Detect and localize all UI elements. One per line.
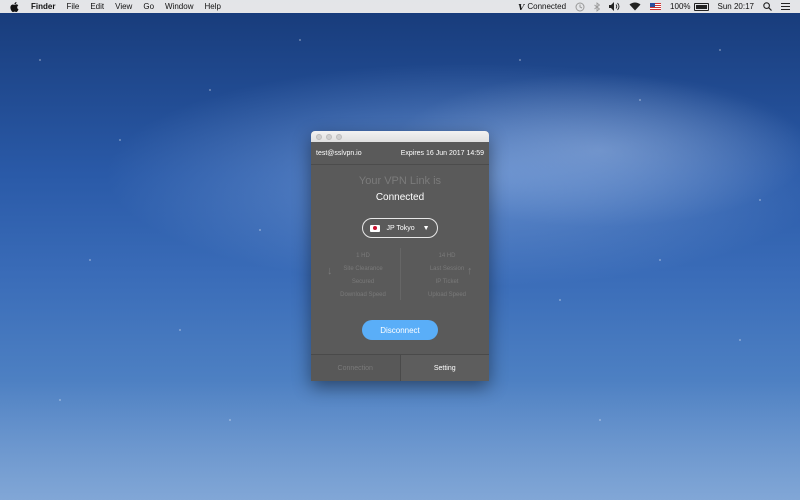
time-machine-icon[interactable] <box>575 2 585 12</box>
tab-connection[interactable]: Connection <box>311 355 401 381</box>
us-flag-icon[interactable] <box>650 3 662 10</box>
vpn-status-text: Connected <box>527 2 567 11</box>
battery-indicator[interactable]: 100% <box>670 2 709 11</box>
zoom-window-button[interactable] <box>336 133 342 140</box>
volume-icon[interactable] <box>609 2 620 11</box>
upload-arrow-icon: ↑ <box>467 265 473 277</box>
close-window-button[interactable] <box>316 133 322 140</box>
upload-stat-2: Last Session <box>429 266 465 272</box>
menu-go[interactable]: Go <box>143 2 154 11</box>
account-email: test@sslvpn.io <box>316 149 362 157</box>
apple-icon[interactable] <box>10 1 21 12</box>
battery-icon <box>693 2 709 11</box>
menu-bar-left: Finder File Edit View Go Window Help <box>0 1 232 12</box>
connection-status: Connected <box>375 192 425 203</box>
account-info-bar: test@sslvpn.io Expires 16 Jun 2017 14:59 <box>311 142 489 165</box>
clock[interactable]: Sun 20:17 <box>718 2 754 11</box>
status-heading: Your VPN Link is <box>358 175 442 187</box>
menu-file[interactable]: File <box>66 2 79 11</box>
download-stats: 1 HD Site Clearance Secured Download Spe… <box>323 250 403 302</box>
download-stat-2: Site Clearance <box>343 266 383 272</box>
wifi-icon[interactable] <box>629 2 641 11</box>
window-titlebar[interactable] <box>311 131 489 142</box>
location-label: JP Tokyo <box>386 224 415 232</box>
download-stat-3: Secured <box>351 279 375 285</box>
vpn-logo-icon: V <box>518 1 525 12</box>
battery-percent: 100% <box>670 2 691 11</box>
stats-divider <box>400 248 401 300</box>
disconnect-button[interactable]: Disconnect <box>362 320 438 340</box>
upload-stat-3: IP Ticket <box>435 279 459 285</box>
menu-bar: Finder File Edit View Go Window Help V C… <box>0 0 800 13</box>
menu-app-name[interactable]: Finder <box>31 2 55 11</box>
minimize-window-button[interactable] <box>326 133 332 140</box>
location-selector[interactable]: JP Tokyo ▼ <box>362 218 438 238</box>
bottom-tab-bar: Connection Setting <box>311 354 489 381</box>
dropdown-caret-icon: ▼ <box>422 224 430 232</box>
wallpaper-haze <box>0 380 800 500</box>
bluetooth-icon[interactable] <box>594 1 601 12</box>
upload-stats: 14 HD Last Session IP Ticket Upload Spee… <box>407 250 487 302</box>
menu-help[interactable]: Help <box>204 2 220 11</box>
download-stat-4: Download Speed <box>340 292 386 298</box>
vpn-app-window: test@sslvpn.io Expires 16 Jun 2017 14:59… <box>311 131 489 381</box>
menu-bar-extras: V Connected 100% Sun 20:17 <box>509 2 800 12</box>
tab-setting[interactable]: Setting <box>400 355 489 381</box>
menu-view[interactable]: View <box>115 2 132 11</box>
upload-stat-4: Upload Speed <box>427 292 467 298</box>
japan-flag-icon <box>370 224 381 232</box>
menu-window[interactable]: Window <box>165 2 193 11</box>
download-stat-1: 1 HD <box>356 253 370 259</box>
vpn-menu-extra[interactable]: V Connected <box>518 2 566 12</box>
expiry-date: Expires 16 Jun 2017 14:59 <box>400 149 484 157</box>
traffic-stats: ↓ 1 HD Site Clearance Secured Download S… <box>311 248 489 300</box>
upload-stat-1: 14 HD <box>438 253 456 259</box>
menu-edit[interactable]: Edit <box>90 2 104 11</box>
spotlight-icon[interactable] <box>763 2 772 11</box>
notification-list-icon[interactable] <box>781 3 790 10</box>
